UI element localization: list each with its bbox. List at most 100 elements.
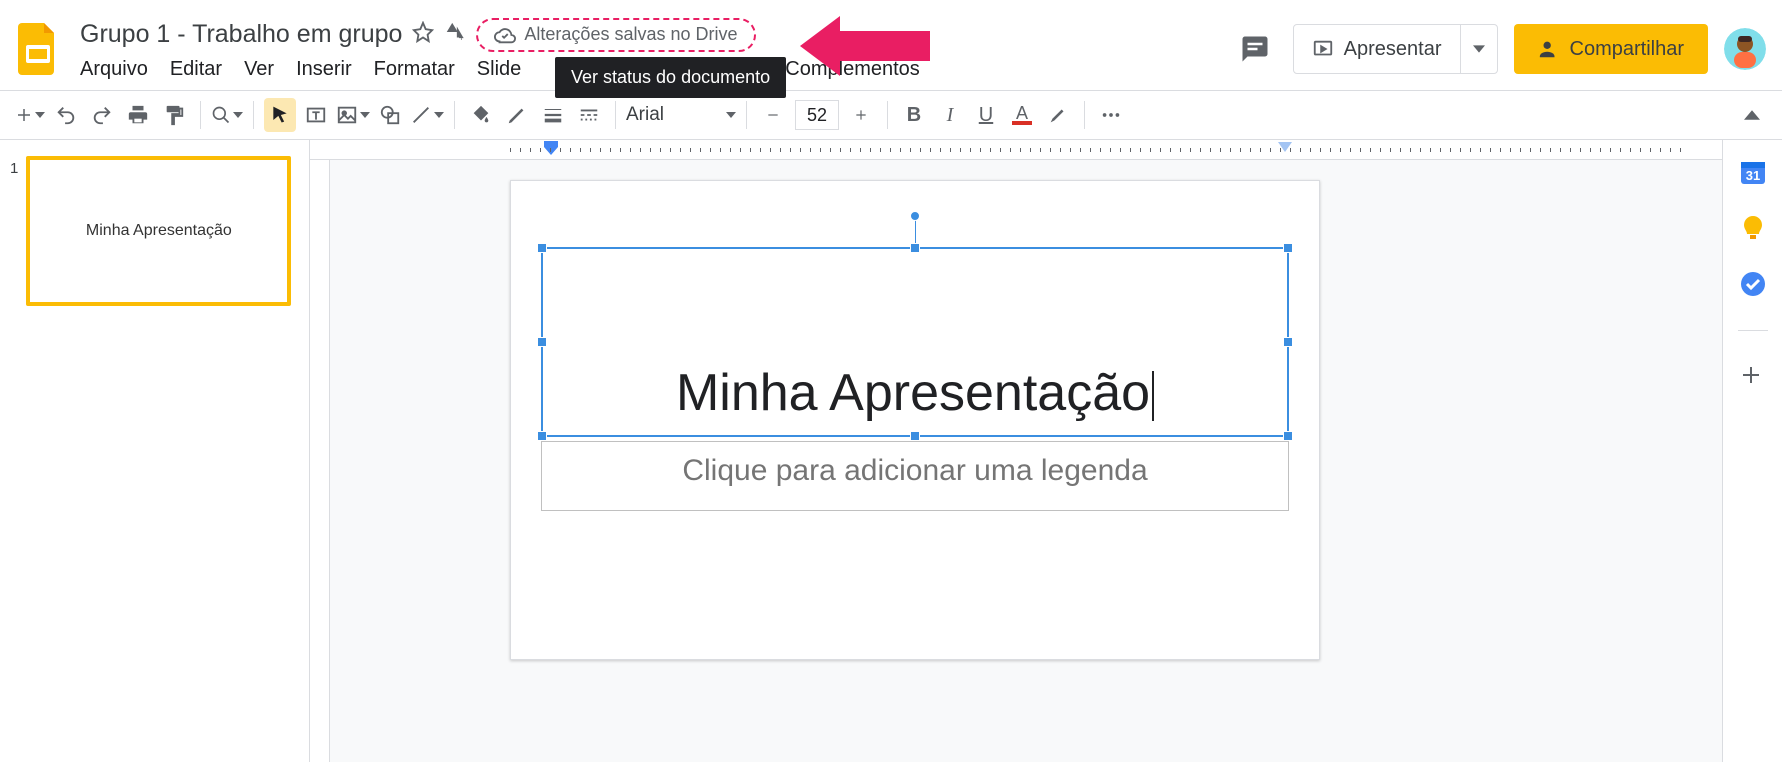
font-size-increase[interactable] [845, 98, 877, 132]
slide-thumbnail-panel: 1 Minha Apresentação [0, 140, 310, 762]
resize-handle-tm[interactable] [910, 243, 920, 253]
caret-down-icon [233, 110, 243, 120]
subtitle-placeholder: Clique para adicionar uma legenda [682, 454, 1147, 487]
caret-down-icon [726, 110, 736, 120]
print-button[interactable] [122, 98, 154, 132]
save-status-text: Alterações salvas no Drive [524, 24, 737, 45]
thumbnail-number: 1 [10, 156, 18, 306]
border-dash-button[interactable] [573, 98, 605, 132]
present-icon [1312, 38, 1334, 60]
slides-logo[interactable] [16, 21, 60, 77]
underline-button[interactable]: U [970, 98, 1002, 132]
resize-handle-br[interactable] [1283, 431, 1293, 441]
toolbar: Arial 52 B I U A [0, 90, 1782, 140]
horizontal-ruler[interactable] [310, 140, 1722, 160]
font-size-decrease[interactable] [757, 98, 789, 132]
slide-title-text[interactable]: Minha Apresentação [676, 364, 1150, 422]
account-avatar[interactable] [1724, 28, 1766, 70]
font-size-input[interactable]: 52 [795, 100, 839, 130]
present-button[interactable]: Apresentar [1293, 24, 1498, 74]
text-color-button[interactable]: A [1006, 98, 1038, 132]
present-dropdown[interactable] [1460, 25, 1497, 73]
resize-handle-bl[interactable] [537, 431, 547, 441]
new-slide-button[interactable] [14, 98, 46, 132]
menu-format[interactable]: Formatar [374, 58, 455, 81]
share-button[interactable]: Compartilhar [1514, 24, 1708, 74]
border-weight-button[interactable] [537, 98, 569, 132]
redo-icon [91, 104, 113, 126]
print-icon [127, 104, 149, 126]
menu-slide[interactable]: Slide [477, 58, 521, 81]
present-label: Apresentar [1344, 38, 1442, 61]
minus-icon [766, 108, 780, 122]
menu-view[interactable]: Ver [244, 58, 274, 81]
select-tool-button[interactable] [264, 98, 296, 132]
image-icon [336, 104, 358, 126]
person-add-icon [1538, 38, 1560, 60]
thumbnail-title: Minha Apresentação [86, 222, 232, 240]
star-icon[interactable] [412, 21, 434, 48]
border-color-button[interactable] [501, 98, 533, 132]
collapse-toolbar-button[interactable] [1736, 98, 1768, 132]
calendar-icon[interactable]: 31 [1739, 158, 1767, 186]
tasks-icon[interactable] [1739, 270, 1767, 298]
paint-bucket-icon [470, 104, 492, 126]
save-status-pill[interactable]: Alterações salvas no Drive [476, 18, 755, 52]
caret-down-icon [360, 110, 370, 120]
slide-editor[interactable]: Minha Apresentação Clique para adicionar… [510, 180, 1320, 660]
ruler-indent-marker[interactable] [542, 141, 560, 162]
cursor-icon [270, 105, 290, 125]
image-button[interactable] [336, 98, 370, 132]
resize-handle-bm[interactable] [910, 431, 920, 441]
svg-text:31: 31 [1745, 168, 1759, 183]
paint-format-button[interactable] [158, 98, 190, 132]
caret-down-icon [1473, 43, 1485, 55]
line-icon [410, 104, 432, 126]
move-to-drive-icon[interactable]: + [444, 21, 466, 48]
line-button[interactable] [410, 98, 444, 132]
zoom-button[interactable] [211, 98, 243, 132]
textbox-button[interactable] [300, 98, 332, 132]
italic-icon: I [947, 104, 954, 127]
font-name-label: Arial [626, 104, 664, 126]
bold-button[interactable]: B [898, 98, 930, 132]
menu-insert[interactable]: Inserir [296, 58, 352, 81]
highlight-button[interactable] [1042, 98, 1074, 132]
slide-thumbnail-1[interactable]: Minha Apresentação [26, 156, 291, 306]
plus-icon [15, 106, 33, 124]
resize-handle-mr[interactable] [1283, 337, 1293, 347]
resize-handle-ml[interactable] [537, 337, 547, 347]
vertical-ruler[interactable] [310, 160, 330, 762]
subtitle-textbox[interactable]: Clique para adicionar uma legenda [541, 441, 1289, 511]
side-panel: 31 [1722, 140, 1782, 762]
add-addon-icon[interactable] [1739, 363, 1767, 391]
title-textbox[interactable]: Minha Apresentação [541, 247, 1289, 437]
comment-icon [1240, 34, 1270, 64]
rotate-handle[interactable] [910, 211, 920, 221]
shape-button[interactable] [374, 98, 406, 132]
annotation-arrow [800, 16, 930, 76]
fill-color-button[interactable] [465, 98, 497, 132]
font-family-select[interactable]: Arial [626, 104, 736, 126]
text-color-icon: A [1012, 105, 1032, 125]
menu-file[interactable]: Arquivo [80, 58, 148, 81]
more-button[interactable] [1095, 98, 1127, 132]
redo-button[interactable] [86, 98, 118, 132]
share-label: Compartilhar [1570, 38, 1684, 61]
undo-button[interactable] [50, 98, 82, 132]
menu-edit[interactable]: Editar [170, 58, 222, 81]
shape-icon [379, 104, 401, 126]
resize-handle-tr[interactable] [1283, 243, 1293, 253]
document-title[interactable]: Grupo 1 - Trabalho em grupo [80, 20, 402, 49]
ruler-right-marker[interactable] [1278, 142, 1292, 161]
slide-canvas[interactable]: Minha Apresentação Clique para adicionar… [310, 140, 1722, 762]
keep-icon[interactable] [1739, 214, 1767, 242]
caret-down-icon [434, 110, 444, 120]
comment-history-button[interactable] [1233, 27, 1277, 71]
border-dash-icon [578, 104, 600, 126]
italic-button[interactable]: I [934, 98, 966, 132]
resize-handle-tl[interactable] [537, 243, 547, 253]
text-cursor [1152, 371, 1154, 421]
chevron-up-icon [1744, 107, 1760, 123]
tooltip-document-status: Ver status do documento [555, 57, 786, 98]
